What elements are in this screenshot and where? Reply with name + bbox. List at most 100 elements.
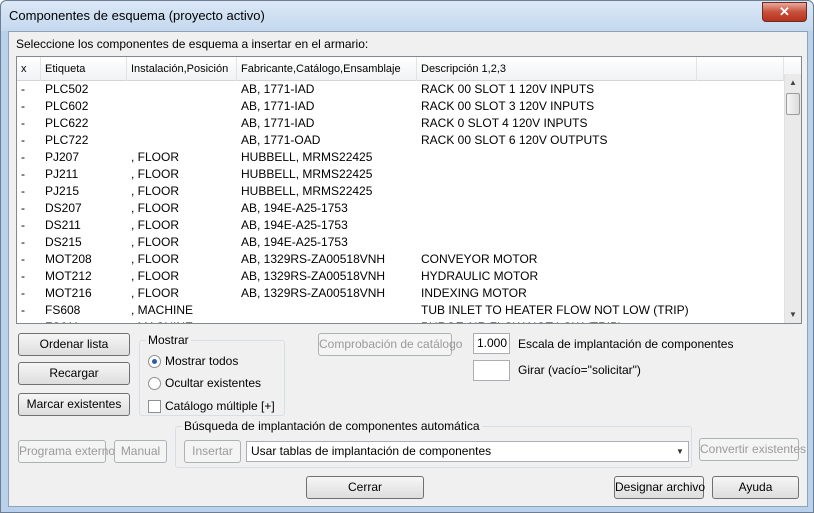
cell-x: -: [21, 201, 25, 215]
table-row[interactable]: - FS608 , MACHINE TUB INLET TO HEATER FLOW …: [17, 302, 784, 319]
cell-instalacion: , FLOOR: [131, 252, 180, 266]
table-row[interactable]: - PLC722 AB, 1771-OAD RACK 00 SLOT 6 120V O…: [17, 132, 784, 149]
table-row[interactable]: - PJ211 , FLOOR HUBBELL, MRMS22425: [17, 166, 784, 183]
help-button[interactable]: Ayuda: [712, 476, 799, 499]
cell-descripcion: [417, 200, 697, 217]
cell-x: -: [21, 303, 25, 317]
table-row[interactable]: - PLC502 AB, 1771-IAD RACK 00 SLOT 1 120V I…: [17, 81, 784, 98]
hide-existing-label: Ocultar existentes: [165, 376, 262, 390]
catalog-check-button[interactable]: Comprobación de catálogo: [318, 333, 462, 356]
cell-instalacion: [127, 115, 237, 132]
cell-descripcion: [417, 166, 697, 183]
cell-instalacion: , MACHINE: [127, 319, 237, 323]
cell-fabricante: AB, 194E-A25-1753: [241, 201, 348, 215]
column-header-descripcion[interactable]: Descripción 1,2,3: [417, 57, 697, 81]
radio-unchecked-icon: [148, 376, 161, 390]
cell-etiqueta: PLC622: [45, 116, 89, 130]
hide-existing-radio[interactable]: Ocultar existentes: [148, 376, 261, 390]
cell-descripcion: TUB INLET TO HEATER FLOW NOT LOW (TRIP): [421, 303, 689, 317]
chevron-down-icon[interactable]: ▼: [672, 442, 688, 461]
scroll-thumb[interactable]: [786, 93, 800, 115]
auto-search-groupbox: Búsqueda de implantación de componentes …: [175, 419, 692, 468]
cell-etiqueta: FS611: [41, 319, 127, 323]
scroll-up-icon[interactable]: ▲: [785, 74, 801, 91]
cell-descripcion: RACK 00 SLOT 6 120V OUTPUTS: [421, 133, 608, 147]
manual-button[interactable]: Manual: [114, 440, 167, 463]
cell-fabricante: AB, 194E-A25-1753: [241, 218, 348, 232]
table-row[interactable]: - DS215 , FLOOR AB, 194E-A25-1753: [17, 234, 784, 251]
list-vertical-scrollbar[interactable]: ▲ ▼: [784, 74, 801, 323]
column-header-x[interactable]: x: [17, 57, 41, 81]
mark-existing-button[interactable]: Marcar existentes: [18, 393, 130, 416]
table-row[interactable]: - PLC622 AB, 1771-IAD RACK 0 SLOT 4 120V IN…: [17, 115, 784, 132]
table-row[interactable]: - MOT208 , FLOOR AB, 1329RS-ZA00518VNH CONVE…: [17, 251, 784, 268]
cell-descripcion: [417, 234, 697, 251]
radio-checked-icon: [148, 354, 161, 368]
cell-x: -: [21, 150, 25, 164]
cell-fabricante: AB, 1771-IAD: [241, 116, 315, 130]
show-group-title: Mostrar: [146, 333, 191, 347]
table-row[interactable]: - MOT216 , FLOOR AB, 1329RS-ZA00518VNH INDEX…: [17, 285, 784, 302]
scroll-down-icon[interactable]: ▼: [785, 306, 801, 323]
cell-etiqueta: DS207: [45, 201, 82, 215]
cell-instalacion: , FLOOR: [131, 235, 180, 249]
scale-field[interactable]: 1.000: [473, 333, 510, 354]
column-header-etiqueta[interactable]: Etiqueta: [41, 57, 127, 81]
cell-instalacion: [127, 132, 237, 149]
cell-etiqueta: MOT216: [45, 286, 92, 300]
table-row[interactable]: -FS611, MACHINE PURGE AIR FLOW NOT LOW (T…: [17, 319, 784, 323]
cell-etiqueta: DS215: [45, 235, 82, 249]
table-row[interactable]: - DS207 , FLOOR AB, 194E-A25-1753: [17, 200, 784, 217]
external-program-button[interactable]: Programa externo: [18, 440, 115, 463]
cell-x: -: [21, 82, 25, 96]
rotate-field[interactable]: [473, 360, 510, 381]
table-row[interactable]: - PLC602 AB, 1771-IAD RACK 00 SLOT 3 120V I…: [17, 98, 784, 115]
layout-search-selected: Usar tablas de implantación de component…: [251, 444, 492, 458]
cell-descripcion: [417, 183, 697, 200]
cell-etiqueta: DS211: [45, 218, 81, 232]
table-row[interactable]: - PJ215 , FLOOR HUBBELL, MRMS22425: [17, 183, 784, 200]
close-button[interactable]: Cerrar: [306, 476, 424, 499]
show-all-radio[interactable]: Mostrar todos: [148, 354, 238, 368]
cell-instalacion: , FLOOR: [131, 218, 180, 232]
column-header-empty: [697, 57, 784, 81]
cell-instalacion: , FLOOR: [131, 286, 180, 300]
dialog-window: Componentes de esquema (proyecto activo)…: [0, 0, 814, 513]
table-row[interactable]: - MOT212 , FLOOR AB, 1329RS-ZA00518VNH HYDRA…: [17, 268, 784, 285]
insert-button[interactable]: Insertar: [184, 440, 241, 463]
cell-instalacion: , FLOOR: [131, 201, 180, 215]
cell-fabricante: AB, 1771-IAD: [241, 99, 315, 113]
auto-search-title: Búsqueda de implantación de componentes …: [182, 419, 482, 433]
cell-descripcion: RACK 0 SLOT 4 120V INPUTS: [421, 116, 588, 130]
cell-etiqueta: PLC602: [45, 99, 89, 113]
cell-instalacion: [127, 98, 237, 115]
multiple-catalog-checkbox[interactable]: Catálogo múltiple [+]: [148, 399, 275, 413]
table-row[interactable]: - DS211 , FLOOR AB, 194E-A25-1753: [17, 217, 784, 234]
cell-instalacion: , FLOOR: [131, 184, 180, 198]
column-header-fabricante[interactable]: Fabricante,Catálogo,Ensamblaje: [237, 57, 417, 81]
designate-file-button[interactable]: Designar archivo: [614, 476, 705, 499]
cell-fabricante: HUBBELL, MRMS22425: [241, 167, 373, 181]
close-window-button[interactable]: ✕: [762, 2, 807, 22]
checkbox-icon: [148, 399, 161, 413]
show-all-label: Mostrar todos: [165, 354, 239, 368]
column-header-instalacion[interactable]: Instalación,Posición: [127, 57, 237, 81]
cell-fabricante: AB, 1329RS-ZA00518VNH: [241, 286, 386, 300]
cell-descripcion: RACK 00 SLOT 3 120V INPUTS: [421, 99, 595, 113]
reload-button[interactable]: Recargar: [18, 362, 130, 385]
list-header: x Etiqueta Instalación,Posición Fabrican…: [17, 57, 801, 81]
cell-fabricante: AB, 194E-A25-1753: [241, 235, 348, 249]
cell-descripcion: [417, 149, 697, 166]
convert-existing-button[interactable]: Convertir existentes: [699, 438, 806, 461]
sort-list-button[interactable]: Ordenar lista: [18, 333, 130, 356]
cell-descripcion: [417, 217, 697, 234]
title-bar[interactable]: Componentes de esquema (proyecto activo)…: [1, 1, 813, 31]
cell-x: -: [21, 133, 25, 147]
cell-descripcion: RACK 00 SLOT 1 120V INPUTS: [421, 82, 595, 96]
table-row[interactable]: - PJ207 , FLOOR HUBBELL, MRMS22425: [17, 149, 784, 166]
dialog-client: Seleccione los componentes de esquema a …: [8, 31, 808, 507]
cell-instalacion: [127, 81, 237, 98]
layout-search-combo[interactable]: Usar tablas de implantación de component…: [246, 441, 689, 462]
components-list[interactable]: x Etiqueta Instalación,Posición Fabrican…: [16, 56, 802, 324]
cell-etiqueta: PJ207: [45, 150, 80, 164]
